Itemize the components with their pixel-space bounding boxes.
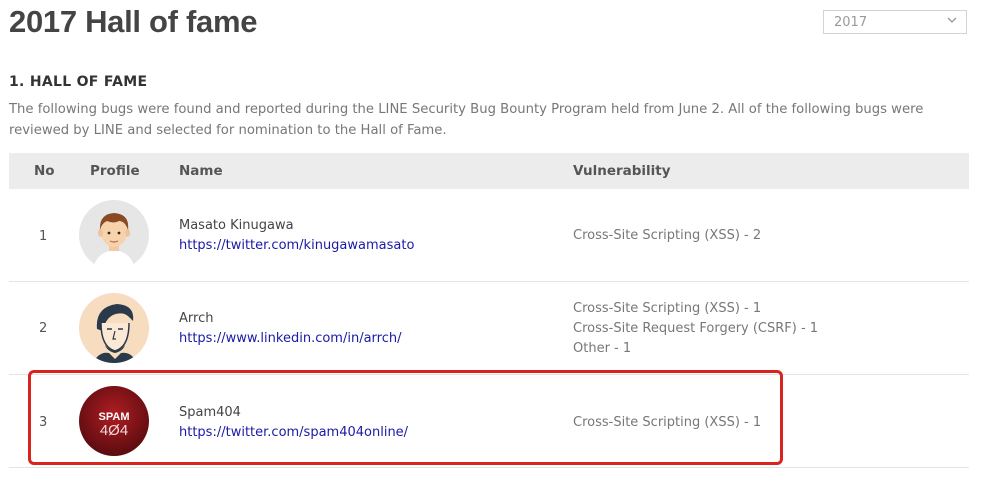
person-name: Arrch (179, 311, 214, 326)
cartoon-man-avatar (79, 200, 149, 270)
table-row: 1 Masato Kinugawa https://twitter.com/ki… (9, 189, 969, 282)
column-header-profile: Profile (90, 163, 140, 179)
highlight-annotation (28, 370, 783, 465)
person-name: Masato Kinugawa (179, 218, 294, 233)
profile-link[interactable]: https://www.linkedin.com/in/arrch/ (179, 331, 401, 346)
vulnerability-item: Cross-Site Scripting (XSS) - 2 (573, 228, 762, 243)
section-title: 1. HALL OF FAME (9, 74, 148, 90)
profile-link[interactable]: https://twitter.com/kinugawamasato (179, 238, 414, 253)
intro-text: The following bugs were found and report… (9, 102, 924, 138)
year-select-value: 2017 (834, 15, 868, 30)
year-select[interactable]: 2017 (823, 10, 967, 34)
column-header-name: Name (179, 163, 223, 179)
table-row: 2 Arrch https://www.linkedin.com/in/arrc… (9, 282, 969, 375)
vulnerability-list: Cross-Site Scripting (XSS) - 1 Cross-Sit… (573, 299, 818, 359)
vulnerability-item: Cross-Site Scripting (XSS) - 1 (573, 301, 762, 316)
row-number: 2 (39, 321, 48, 336)
vulnerability-item: Other - 1 (573, 341, 632, 356)
chevron-down-icon (947, 17, 957, 23)
column-header-vulnerability: Vulnerability (573, 163, 671, 179)
sketch-face-avatar (79, 293, 149, 363)
column-header-no: No (34, 163, 55, 179)
page-title: 2017 Hall of fame (9, 4, 258, 39)
vulnerability-item: Cross-Site Request Forgery (CSRF) - 1 (573, 321, 819, 336)
table-header: No Profile Name Vulnerability (9, 153, 969, 189)
vulnerability-list: Cross-Site Scripting (XSS) - 2 (573, 226, 761, 246)
row-number: 1 (39, 229, 48, 244)
